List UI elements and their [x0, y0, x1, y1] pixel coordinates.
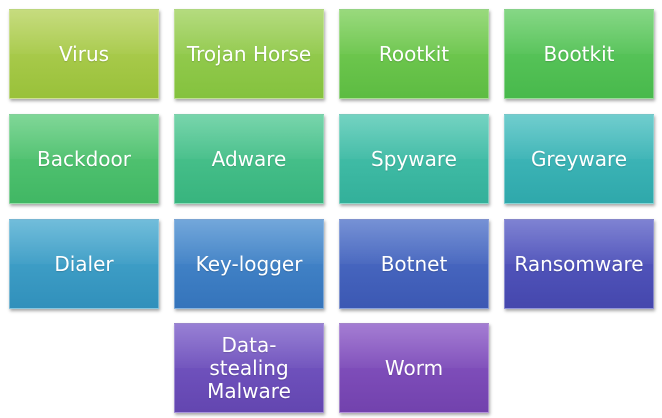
- tile-data-stealing-malware: Data- stealing Malware: [174, 323, 324, 413]
- tile-ransomware: Ransomware: [504, 219, 654, 309]
- tile-adware: Adware: [174, 114, 324, 204]
- tile-label: Key-logger: [195, 251, 303, 276]
- tile-rootkit: Rootkit: [339, 9, 489, 99]
- tile-label: Ransomware: [514, 251, 644, 276]
- tile-label: Bootkit: [543, 41, 615, 66]
- tile-label: Backdoor: [37, 146, 131, 171]
- tile-label: Adware: [211, 146, 287, 171]
- tile-dialer: Dialer: [9, 219, 159, 309]
- tile-spyware: Spyware: [339, 114, 489, 204]
- tile-label: Worm: [384, 355, 444, 380]
- tile-label: Dialer: [54, 251, 114, 276]
- tile-label: Greyware: [530, 146, 628, 171]
- tile-virus: Virus: [9, 9, 159, 99]
- tile-label: Trojan Horse: [186, 41, 312, 66]
- tile-botnet: Botnet: [339, 219, 489, 309]
- tile-label: Data- stealing Malware: [207, 332, 291, 403]
- tile-label: Botnet: [380, 251, 448, 276]
- tile-trojan-horse: Trojan Horse: [174, 9, 324, 99]
- tile-key-logger: Key-logger: [174, 219, 324, 309]
- tile-label: Virus: [58, 41, 110, 66]
- tile-backdoor: Backdoor: [9, 114, 159, 204]
- tile-worm: Worm: [339, 323, 489, 413]
- tile-greyware: Greyware: [504, 114, 654, 204]
- malware-types-grid: Virus Trojan Horse Rootkit Bootkit Backd…: [0, 0, 662, 418]
- tile-label: Spyware: [371, 146, 457, 171]
- tile-label: Rootkit: [378, 41, 450, 66]
- tile-bootkit: Bootkit: [504, 9, 654, 99]
